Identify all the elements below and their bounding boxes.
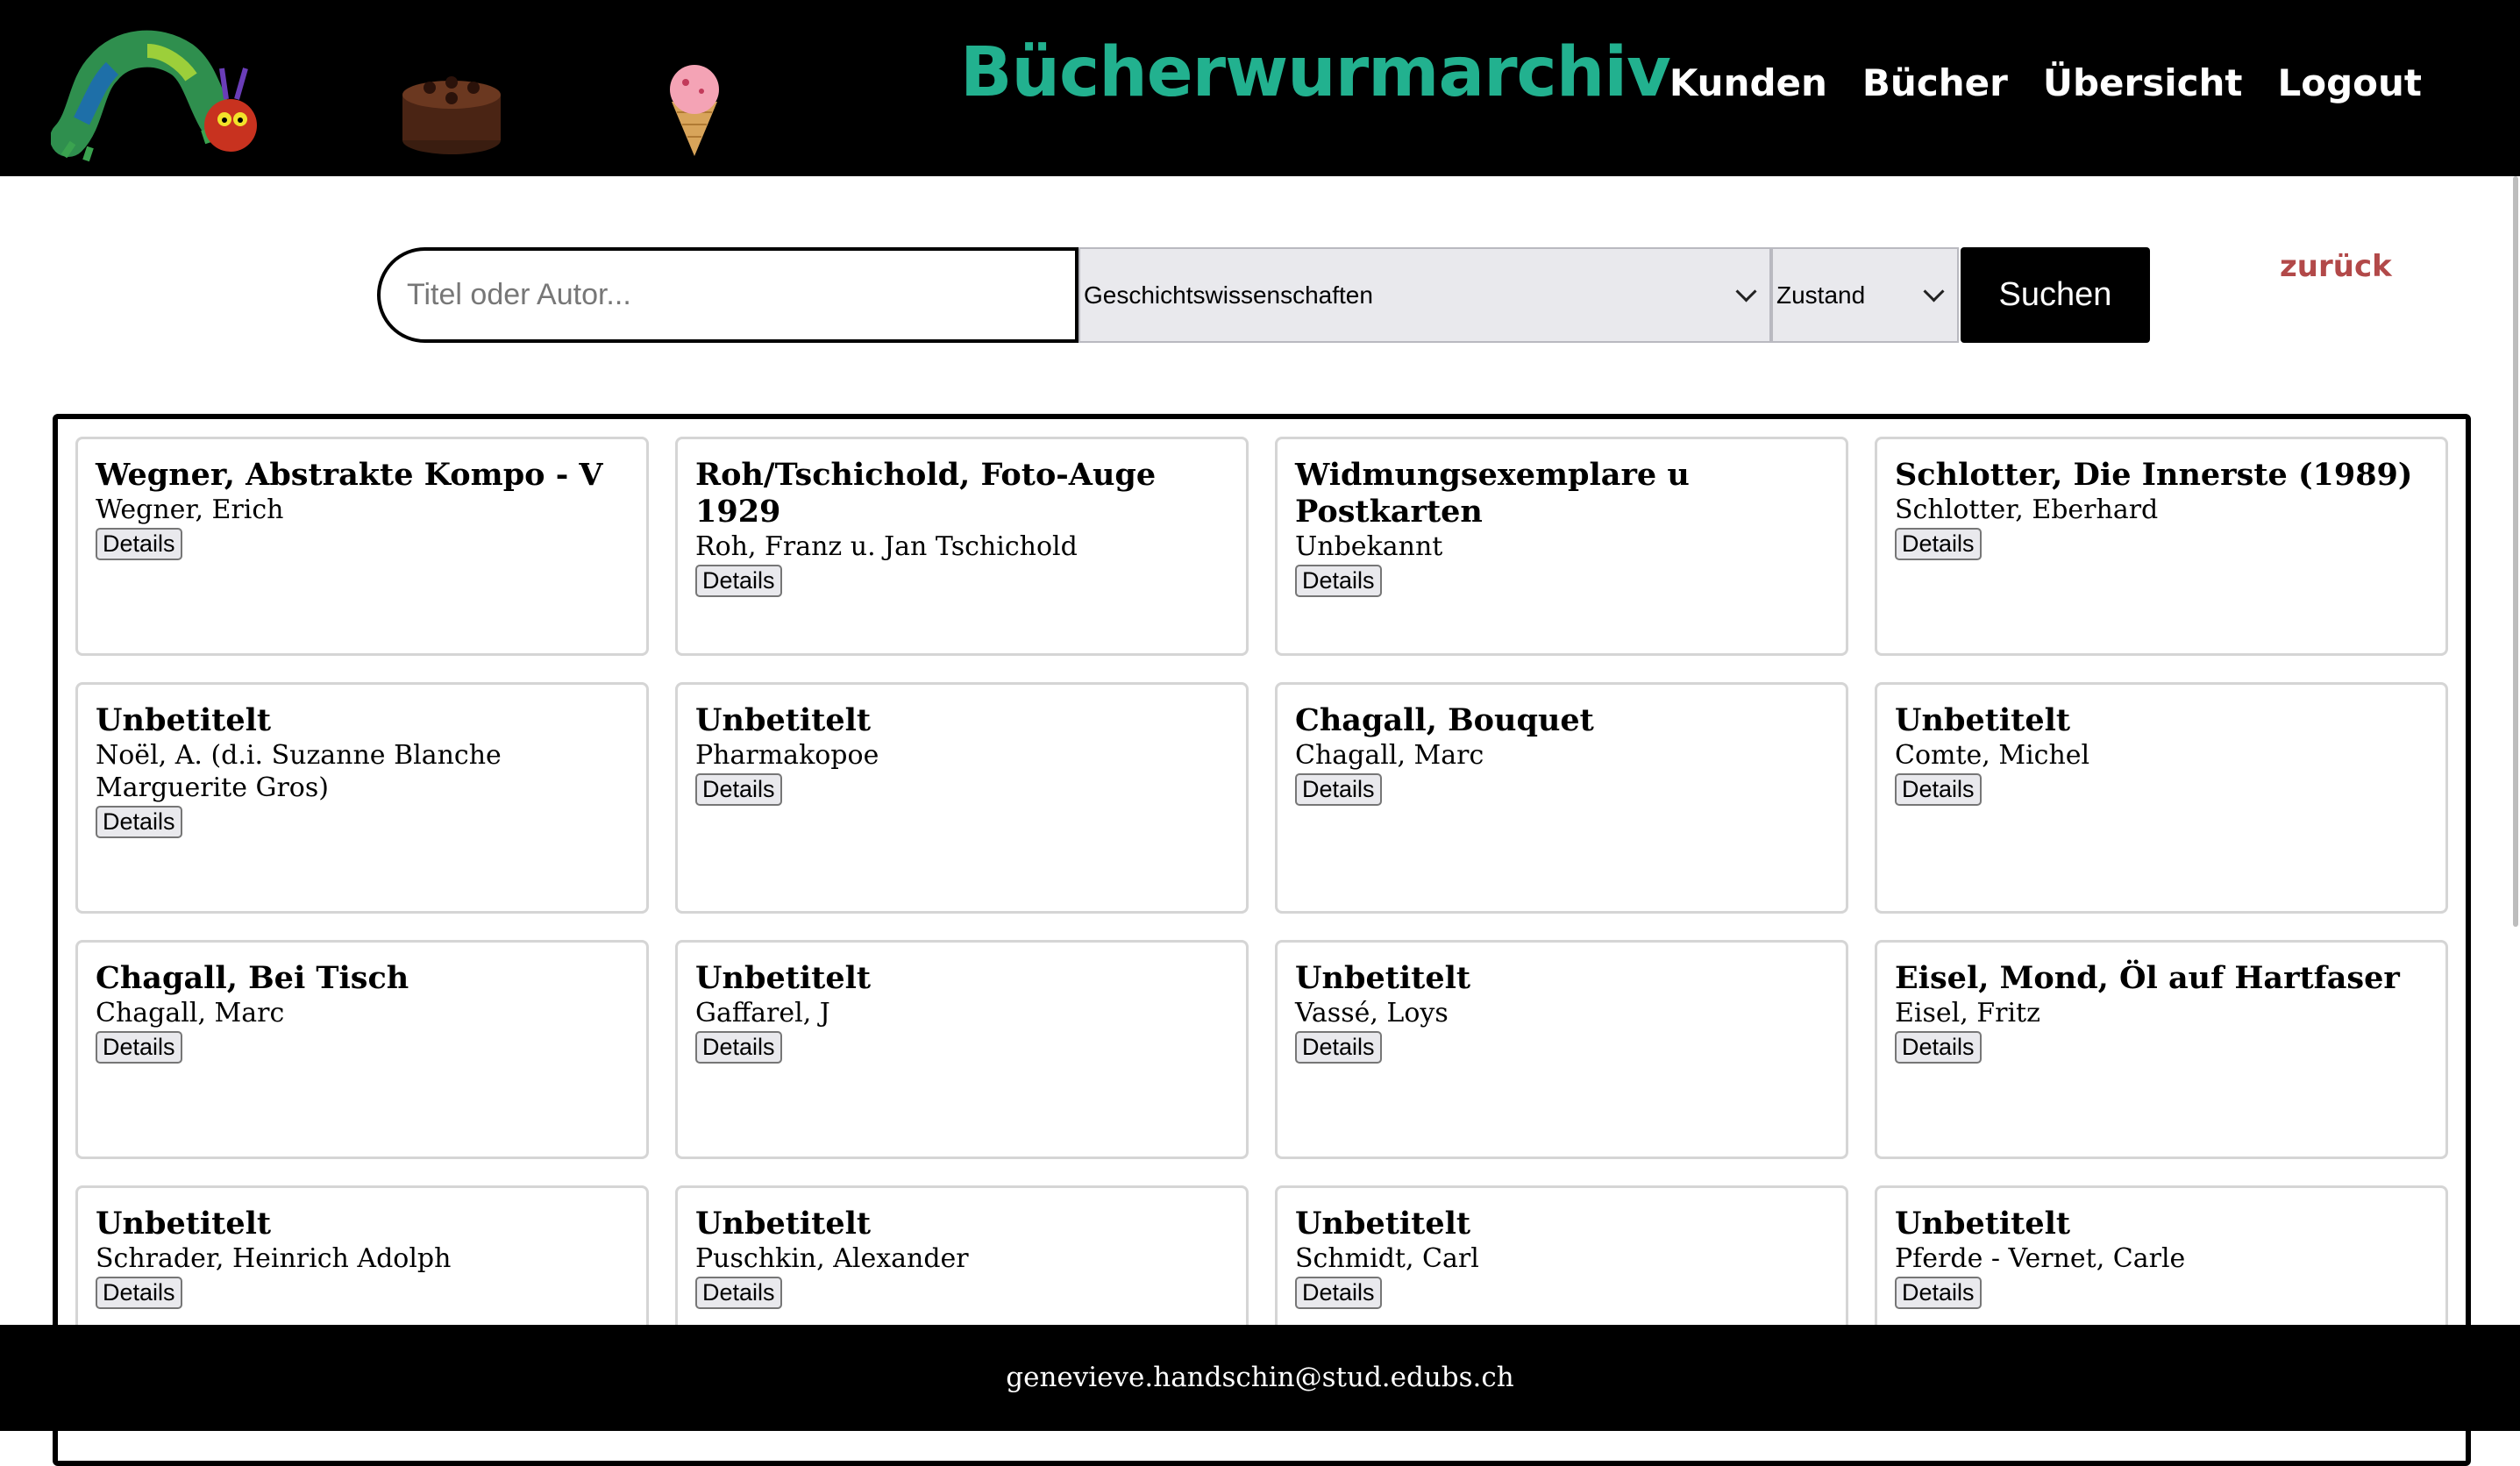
site-footer: genevieve.handschin@stud.edubs.ch xyxy=(0,1325,2520,1431)
book-grid-container: Wegner, Abstrakte Kompo - V Wegner, Erich… xyxy=(53,414,2471,1466)
ice-cream-icon xyxy=(670,65,719,156)
condition-select-value: Zustand xyxy=(1776,281,1866,309)
book-title: Unbetitelt xyxy=(695,702,872,738)
book-author: Chagall, Marc xyxy=(1295,740,1484,771)
book-title: Widmungsexemplare u Postkarten xyxy=(1295,457,1690,530)
details-button[interactable]: Details xyxy=(96,806,182,838)
book-card: Unbetitelt Noël, A. (d.i. Suzanne Blanche… xyxy=(75,682,649,914)
book-author: Gaffarel, J xyxy=(695,998,830,1028)
book-author: Pharmakopoe xyxy=(695,740,879,771)
book-card: Schlotter, Die Innerste (1989) Schlotter,… xyxy=(1875,437,2448,656)
details-button[interactable]: Details xyxy=(1895,773,1982,806)
cake-icon xyxy=(402,76,501,154)
book-title: Unbetitelt xyxy=(1895,1206,2071,1242)
book-author: Schmidt, Carl xyxy=(1295,1243,1479,1274)
book-card: Unbetitelt Pharmakopoe Details xyxy=(675,682,1249,914)
details-button[interactable]: Details xyxy=(695,1031,782,1064)
book-author: Chagall, Marc xyxy=(96,998,285,1028)
main-nav: Kunden Bücher Übersicht Logout xyxy=(1669,61,2422,104)
book-author: Pferde - Vernet, Carle xyxy=(1895,1243,2186,1274)
book-grid: Wegner, Abstrakte Kompo - V Wegner, Erich… xyxy=(75,437,2448,1405)
details-button[interactable]: Details xyxy=(1295,773,1382,806)
book-title: Eisel, Mond, Öl auf Hartfaser xyxy=(1895,960,2400,996)
book-card: Widmungsexemplare u Postkarten Unbekannt D… xyxy=(1275,437,1848,656)
book-title: Unbetitelt xyxy=(1895,702,2071,738)
book-title: Wegner, Abstrakte Kompo - V xyxy=(96,457,603,493)
condition-select[interactable]: Zustand xyxy=(1771,247,1959,343)
chevron-down-icon xyxy=(1735,281,1757,302)
book-title: Schlotter, Die Innerste (1989) xyxy=(1895,457,2413,493)
details-button[interactable]: Details xyxy=(96,1277,182,1309)
book-title: Unbetitelt xyxy=(96,1206,272,1242)
book-author: Schlotter, Eberhard xyxy=(1895,495,2159,525)
book-title: Unbetitelt xyxy=(1295,1206,1471,1242)
book-author: Eisel, Fritz xyxy=(1895,998,2040,1028)
details-button[interactable]: Details xyxy=(695,1277,782,1309)
book-author: Noël, A. (d.i. Suzanne Blanche Marguerit… xyxy=(96,740,502,803)
book-title: Unbetitelt xyxy=(1295,960,1471,996)
details-button[interactable]: Details xyxy=(96,1031,182,1064)
details-button[interactable]: Details xyxy=(1295,565,1382,597)
page-scrollbar[interactable] xyxy=(2508,176,2520,1325)
book-title: Unbetitelt xyxy=(695,1206,872,1242)
book-card: Unbetitelt Vassé, Loys Details xyxy=(1275,940,1848,1159)
chevron-down-icon xyxy=(1923,281,1945,302)
book-card: Chagall, Bei Tisch Chagall, Marc Details xyxy=(75,940,649,1159)
site-title: Bücherwurmarchiv xyxy=(960,33,1671,112)
book-author: Comte, Michel xyxy=(1895,740,2090,771)
details-button[interactable]: Details xyxy=(1895,528,1982,560)
details-button[interactable]: Details xyxy=(1295,1277,1382,1309)
book-card: Unbetitelt Gaffarel, J Details xyxy=(675,940,1249,1159)
book-card: Eisel, Mond, Öl auf Hartfaser Eisel, Frit… xyxy=(1875,940,2448,1159)
book-author: Unbekannt xyxy=(1295,531,1443,562)
book-card: Unbetitelt Comte, Michel Details xyxy=(1875,682,2448,914)
scrollbar-thumb[interactable] xyxy=(2513,176,2518,927)
book-title: Chagall, Bei Tisch xyxy=(96,960,409,996)
search-button[interactable]: Suchen xyxy=(1961,247,2150,343)
details-button[interactable]: Details xyxy=(695,565,782,597)
caterpillar-logo-icon xyxy=(51,30,257,162)
book-author: Vassé, Loys xyxy=(1295,998,1449,1028)
book-author: Roh, Franz u. Jan Tschichold xyxy=(695,531,1078,562)
book-title: Unbetitelt xyxy=(96,702,272,738)
details-button[interactable]: Details xyxy=(1895,1277,1982,1309)
site-header: Bücherwurmarchiv Kunden Bücher Übersicht… xyxy=(0,0,2520,176)
details-button[interactable]: Details xyxy=(1295,1031,1382,1064)
book-title: Chagall, Bouquet xyxy=(1295,702,1594,738)
nav-buecher[interactable]: Bücher xyxy=(1862,61,2008,104)
book-author: Puschkin, Alexander xyxy=(695,1243,969,1274)
search-input[interactable] xyxy=(377,247,1078,343)
details-button[interactable]: Details xyxy=(96,528,182,560)
book-author: Wegner, Erich xyxy=(96,495,284,525)
details-button[interactable]: Details xyxy=(695,773,782,806)
nav-kunden[interactable]: Kunden xyxy=(1669,61,1827,104)
book-title: Roh/Tschichold, Foto-Auge 1929 xyxy=(695,457,1157,530)
search-bar: Geschichtswissenschaften Zustand Suchen xyxy=(377,247,2150,343)
category-select[interactable]: Geschichtswissenschaften xyxy=(1078,247,1771,343)
book-author: Schrader, Heinrich Adolph xyxy=(96,1243,452,1274)
footer-email: genevieve.handschin@stud.edubs.ch xyxy=(1006,1362,1514,1393)
book-card: Chagall, Bouquet Chagall, Marc Details xyxy=(1275,682,1848,914)
book-card: Roh/Tschichold, Foto-Auge 1929 Roh, Franz… xyxy=(675,437,1249,656)
book-card: Wegner, Abstrakte Kompo - V Wegner, Erich… xyxy=(75,437,649,656)
category-select-value: Geschichtswissenschaften xyxy=(1084,281,1373,309)
details-button[interactable]: Details xyxy=(1895,1031,1982,1064)
book-title: Unbetitelt xyxy=(695,960,872,996)
back-link[interactable]: zurück xyxy=(2280,249,2392,284)
nav-logout[interactable]: Logout xyxy=(2277,61,2422,104)
nav-uebersicht[interactable]: Übersicht xyxy=(2043,61,2243,104)
